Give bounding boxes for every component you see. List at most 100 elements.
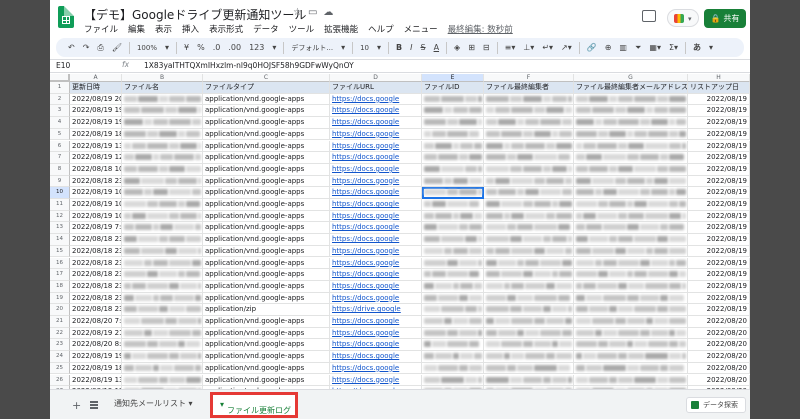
header-cell[interactable]: ファイルタイプ xyxy=(203,82,330,94)
cell-listed-date[interactable]: 2022/08/19 xyxy=(688,257,750,270)
font-size-select[interactable]: 10 xyxy=(356,44,373,52)
row-number[interactable]: 11 xyxy=(50,199,70,211)
cell-file-id-redacted[interactable] xyxy=(422,280,484,293)
cell-updated-at[interactable]: 2022/08/19 12:20 xyxy=(70,152,122,164)
cell-file-id-redacted[interactable] xyxy=(422,269,484,281)
cell-listed-date[interactable]: 2022/08/19 xyxy=(688,105,750,118)
cell-updated-at[interactable]: 2022/08/19 18:38 xyxy=(70,128,122,141)
cell-listed-date[interactable]: 2022/08/19 xyxy=(688,292,750,305)
cell-file-type[interactable]: application/vnd.google-apps xyxy=(203,128,330,141)
cell-updated-at[interactable]: 2022/08/18 23:25 xyxy=(70,175,122,188)
font-size-chevron-icon[interactable]: ▾ xyxy=(373,43,385,52)
cell-updated-at[interactable]: 2022/08/19 19:50 xyxy=(70,117,122,129)
cell-updated-at[interactable]: 2022/08/19 18:38 xyxy=(70,362,122,375)
cell-editor-redacted[interactable] xyxy=(484,93,574,106)
cell-file-type[interactable]: application/vnd.google-apps xyxy=(203,93,330,106)
column-header-h[interactable]: H xyxy=(688,74,750,82)
row-number[interactable]: 9 xyxy=(50,175,70,188)
cell-listed-date[interactable]: 2022/08/19 xyxy=(688,304,750,316)
cell-file-type[interactable]: application/vnd.google-apps xyxy=(203,362,330,375)
cell-editor-redacted[interactable] xyxy=(484,351,574,363)
cell-listed-date[interactable]: 2022/08/19 xyxy=(688,234,750,246)
cell-updated-at[interactable]: 2022/08/19 21:34 xyxy=(70,327,122,340)
cell-file-type[interactable]: application/vnd.google-apps xyxy=(203,269,330,281)
cell-file-type[interactable]: application/vnd.google-apps xyxy=(203,292,330,305)
row-number[interactable]: 23 xyxy=(50,339,70,352)
cell-editor-email-redacted[interactable] xyxy=(574,280,688,293)
cell-file-name-redacted[interactable] xyxy=(122,292,203,305)
cell-file-id-redacted[interactable] xyxy=(422,327,484,340)
cell-listed-date[interactable]: 2022/08/20 xyxy=(688,362,750,375)
cell-editor-email-redacted[interactable] xyxy=(574,245,688,258)
percent-format-button[interactable]: % xyxy=(193,43,209,52)
document-title[interactable]: 【デモ】Googleドライブ更新通知ツール xyxy=(84,6,306,23)
cell-file-type[interactable]: application/vnd.google-apps xyxy=(203,234,330,246)
cell-file-name-redacted[interactable] xyxy=(122,117,203,129)
last-edit-link[interactable]: 最終編集: 数秒前 xyxy=(448,23,513,35)
text-wrap-icon[interactable]: ↵▾ xyxy=(538,43,557,52)
row-number[interactable]: 8 xyxy=(50,163,70,176)
cell-listed-date[interactable]: 2022/08/19 xyxy=(688,163,750,176)
more-formats-button[interactable]: 123 xyxy=(245,43,268,52)
font-select[interactable]: デフォルト... xyxy=(287,43,337,53)
cell-editor-email-redacted[interactable] xyxy=(574,128,688,141)
cell-file-name-redacted[interactable] xyxy=(122,327,203,340)
cell-editor-redacted[interactable] xyxy=(484,163,574,176)
cell-editor-redacted[interactable] xyxy=(484,222,574,235)
cell-file-url[interactable]: https://docs.google xyxy=(330,163,422,176)
input-tools-chevron-icon[interactable]: ▾ xyxy=(705,43,717,52)
cell-file-name-redacted[interactable] xyxy=(122,351,203,363)
fill-color-icon[interactable]: ◈ xyxy=(450,43,464,52)
menu-extensions[interactable]: 拡張機能 xyxy=(324,23,358,35)
cell-listed-date[interactable]: 2022/08/19 xyxy=(688,280,750,293)
cell-file-id-redacted[interactable] xyxy=(422,210,484,223)
cell-file-url[interactable]: https://docs.google xyxy=(330,245,422,258)
row-number[interactable]: 25 xyxy=(50,362,70,375)
cell-file-url[interactable]: https://docs.google xyxy=(330,374,422,387)
cell-listed-date[interactable]: 2022/08/19 xyxy=(688,117,750,129)
row-number[interactable]: 19 xyxy=(50,292,70,305)
add-sheet-icon[interactable]: + xyxy=(72,399,81,412)
star-icon[interactable]: ☆ xyxy=(293,7,302,18)
cell-editor-email-redacted[interactable] xyxy=(574,269,688,281)
cell-listed-date[interactable]: 2022/08/19 xyxy=(688,199,750,211)
menu-data[interactable]: データ xyxy=(253,23,279,35)
cell-file-name-redacted[interactable] xyxy=(122,280,203,293)
cell-updated-at[interactable]: 2022/08/18 23:16 xyxy=(70,257,122,270)
cell-listed-date[interactable]: 2022/08/19 xyxy=(688,269,750,281)
cell-file-id-redacted[interactable] xyxy=(422,222,484,235)
cell-file-url[interactable]: https://docs.google xyxy=(330,152,422,164)
cell-editor-email-redacted[interactable] xyxy=(574,210,688,223)
cell-editor-email-redacted[interactable] xyxy=(574,304,688,316)
menu-file[interactable]: ファイル xyxy=(84,23,118,35)
cell-editor-redacted[interactable] xyxy=(484,269,574,281)
cell-editor-redacted[interactable] xyxy=(484,105,574,118)
cell-file-url[interactable]: https://docs.google xyxy=(330,128,422,141)
cell-file-name-redacted[interactable] xyxy=(122,234,203,246)
menu-edit[interactable]: 編集 xyxy=(128,23,145,35)
cell-file-id-redacted[interactable] xyxy=(422,257,484,270)
cell-listed-date[interactable]: 2022/08/19 xyxy=(688,152,750,164)
cell-updated-at[interactable]: 2022/08/18 23:16 xyxy=(70,234,122,246)
row-number[interactable]: 17 xyxy=(50,269,70,281)
header-cell[interactable]: ファイル名 xyxy=(122,82,203,94)
cell-editor-redacted[interactable] xyxy=(484,304,574,316)
cell-file-id-redacted[interactable] xyxy=(422,128,484,141)
cell-file-id-redacted[interactable] xyxy=(422,245,484,258)
cell-file-type[interactable]: application/vnd.google-apps xyxy=(203,199,330,211)
cell-editor-redacted[interactable] xyxy=(484,199,574,211)
column-header-e[interactable]: E xyxy=(422,74,484,82)
cell-editor-email-redacted[interactable] xyxy=(574,292,688,305)
merge-cells-icon[interactable]: ⊟ xyxy=(479,43,494,52)
row-number[interactable]: 22 xyxy=(50,327,70,340)
cell-file-name-redacted[interactable] xyxy=(122,128,203,141)
cell-file-type[interactable]: application/vnd.google-apps xyxy=(203,257,330,270)
cell-editor-email-redacted[interactable] xyxy=(574,152,688,164)
cell-editor-redacted[interactable] xyxy=(484,117,574,129)
cell-updated-at[interactable]: 2022/08/19 10:47 xyxy=(70,187,122,199)
print-icon[interactable]: ⎙ xyxy=(93,43,107,53)
spreadsheet-grid[interactable]: A B C D E F G H 1 更新日時 ファイル名 ファイルタイプ ファイルURL ファイルID ファ… xyxy=(50,74,750,389)
row-number[interactable]: 12 xyxy=(50,210,70,223)
cell-editor-email-redacted[interactable] xyxy=(574,374,688,387)
cell-listed-date[interactable]: 2022/08/19 xyxy=(688,140,750,153)
